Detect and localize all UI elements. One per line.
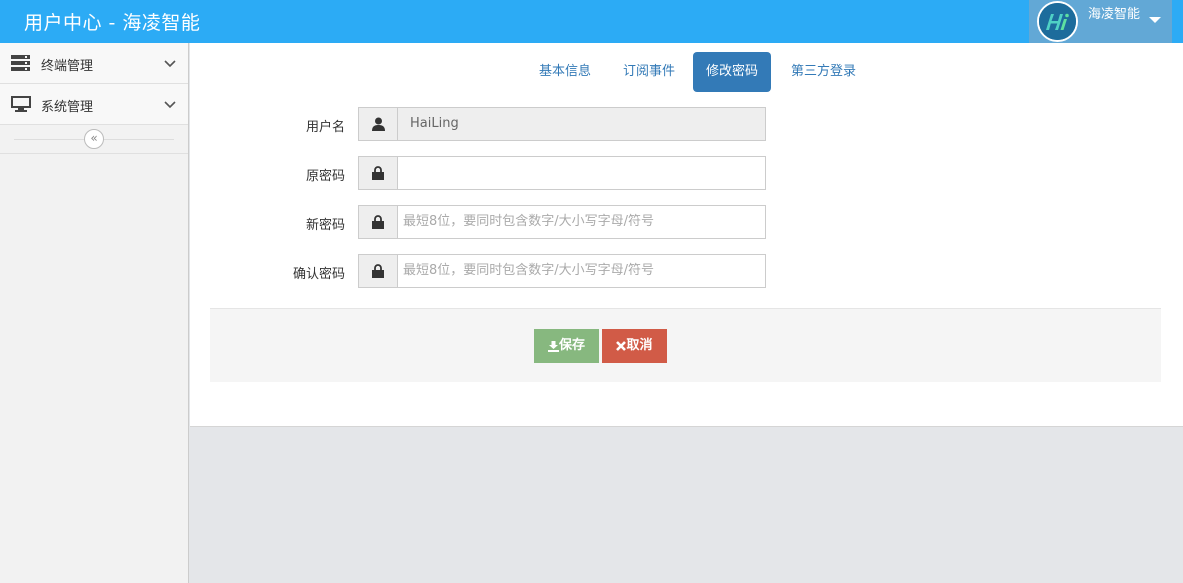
chevron-down-icon [164,57,176,72]
sidebar-item-label: 系统管理 [41,100,94,115]
lock-icon [358,205,398,239]
sidebar-collapse-row: « [0,125,188,154]
form-actions: 保存 取消 [210,308,1161,382]
confirm-password-group: 最短8位，要同时包含数字/大小写字母/符号 [358,254,766,288]
username-group: HaiLing [358,107,766,141]
username-value: HaiLing [410,116,459,131]
tab-third-party-login[interactable]: 第三方登录 [778,52,869,92]
tab-basic-info[interactable]: 基本信息 [526,52,604,92]
server-icon [11,55,30,75]
lock-icon [358,254,398,288]
new-password-group: 最短8位，要同时包含数字/大小写字母/符号 [358,205,766,239]
username-label: 用户名 [305,120,345,135]
user-icon [358,107,398,141]
top-bar: 用户中心 - 海凌智能 海凌智能 [0,0,1183,43]
app-title: 用户中心 - 海凌智能 [24,12,201,34]
avatar [1037,1,1078,42]
main-panel: 基本信息 订阅事件 修改密码 第三方登录 用户名 HaiLing 原密码 新密码… [190,43,1183,427]
logo-icon [1039,3,1076,40]
old-password-input[interactable] [397,156,766,190]
sidebar: 终端管理 系统管理 « [0,43,189,583]
username-row: 用户名 HaiLing [190,107,1183,141]
new-password-input[interactable]: 最短8位，要同时包含数字/大小写字母/符号 [397,205,766,239]
old-password-row: 原密码 [190,156,1183,190]
old-password-group [358,156,766,190]
confirm-password-placeholder: 最短8位，要同时包含数字/大小写字母/符号 [403,263,655,278]
user-menu[interactable]: 海凌智能 [1029,0,1172,43]
caret-down-icon [1149,17,1161,23]
new-password-row: 新密码 最短8位，要同时包含数字/大小写字母/符号 [190,205,1183,239]
new-password-placeholder: 最短8位，要同时包含数字/大小写字母/符号 [403,214,655,229]
close-icon [616,341,627,351]
save-label: 保存 [558,338,585,353]
collapse-sidebar-button[interactable]: « [84,129,104,149]
lock-icon [358,156,398,190]
tab-change-password[interactable]: 修改密码 [693,52,772,92]
username-field: HaiLing [397,107,766,141]
confirm-password-label: 确认密码 [292,267,345,282]
sidebar-item-terminal[interactable]: 终端管理 [0,43,188,84]
cancel-button[interactable]: 取消 [602,329,667,363]
old-password-label: 原密码 [305,169,345,184]
download-icon [547,340,559,352]
confirm-password-row: 确认密码 最短8位，要同时包含数字/大小写字母/符号 [190,254,1183,288]
user-name: 海凌智能 [1088,7,1141,22]
confirm-password-input[interactable]: 最短8位，要同时包含数字/大小写字母/符号 [397,254,766,288]
sidebar-item-system[interactable]: 系统管理 [0,84,188,125]
save-button[interactable]: 保存 [534,329,599,363]
chevron-down-icon [164,98,176,113]
sidebar-item-label: 终端管理 [41,59,94,74]
cancel-label: 取消 [626,338,653,353]
monitor-icon [11,96,31,116]
new-password-label: 新密码 [305,218,345,233]
tab-subscribe-events[interactable]: 订阅事件 [610,52,688,92]
